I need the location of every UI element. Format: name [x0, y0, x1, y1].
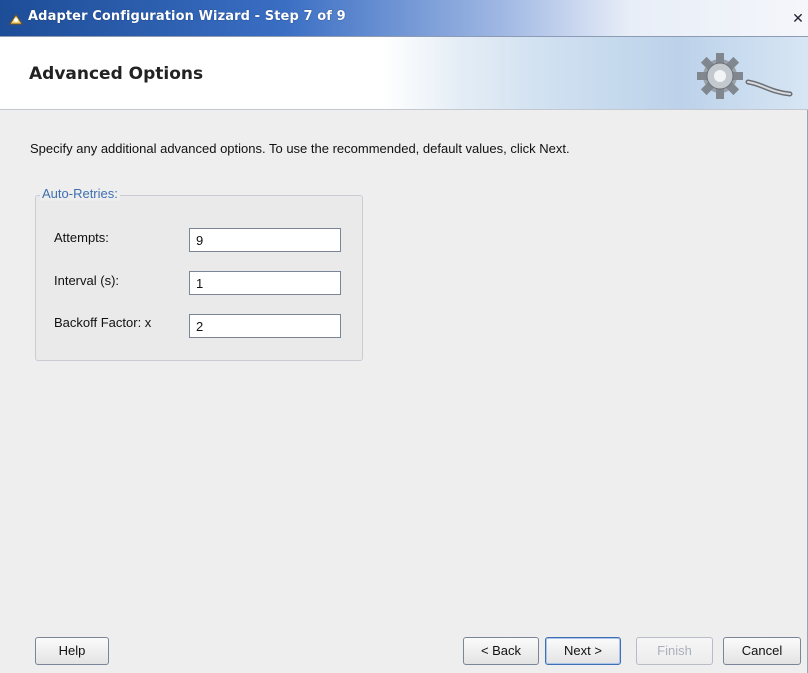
- window-title: Adapter Configuration Wizard - Step 7 of…: [28, 9, 346, 24]
- wizard-icon: [9, 14, 23, 25]
- wizard-window: Adapter Configuration Wizard - Step 7 of…: [0, 0, 808, 673]
- interval-field[interactable]: 1: [189, 271, 341, 295]
- backoff-factor-field[interactable]: 2: [189, 314, 341, 338]
- backoff-factor-label: Backoff Factor: x: [54, 315, 152, 330]
- wizard-header: Advanced Options: [0, 37, 808, 110]
- back-button[interactable]: < Back: [463, 637, 539, 665]
- title-bar[interactable]: Adapter Configuration Wizard - Step 7 of…: [0, 0, 808, 37]
- close-icon[interactable]: ✕: [790, 12, 806, 28]
- gear-plug-icon: [697, 53, 793, 99]
- finish-button[interactable]: Finish: [636, 637, 713, 665]
- attempts-field[interactable]: 9: [189, 228, 341, 252]
- interval-label: Interval (s):: [54, 273, 120, 288]
- cancel-button[interactable]: Cancel: [723, 637, 801, 665]
- page-title: Advanced Options: [29, 64, 204, 84]
- instructions-text: Specify any additional advanced options.…: [30, 141, 570, 156]
- next-button[interactable]: Next >: [545, 637, 621, 665]
- auto-retries-legend: Auto-Retries:: [40, 186, 120, 201]
- help-button[interactable]: Help: [35, 637, 109, 665]
- attempts-label: Attempts:: [54, 230, 109, 245]
